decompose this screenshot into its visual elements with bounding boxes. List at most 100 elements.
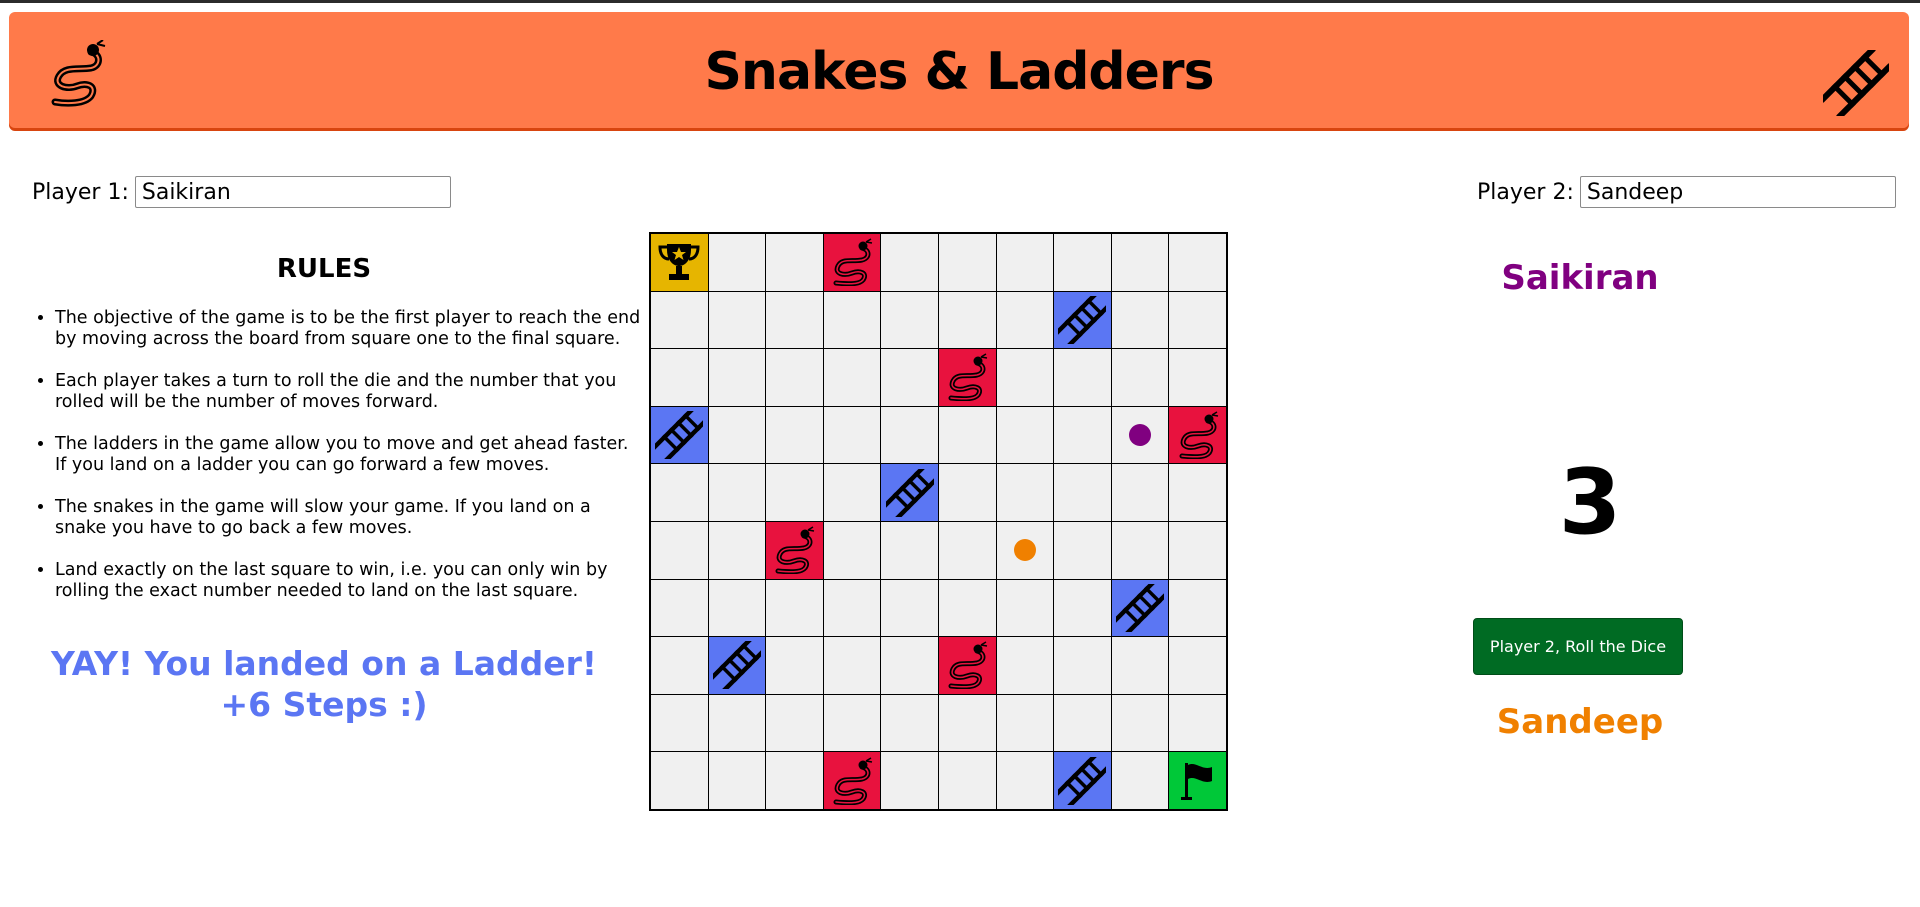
board-cell	[938, 406, 996, 464]
player2-name-input[interactable]	[1579, 176, 1896, 208]
board-cell	[1054, 406, 1111, 464]
board-cell-ladder	[651, 406, 708, 464]
board-cell	[881, 349, 938, 406]
board-cell	[996, 349, 1054, 406]
player2-token	[1013, 539, 1036, 562]
rule-item: The ladders in the game allow you to mov…	[55, 434, 645, 476]
board-cell	[1111, 234, 1169, 291]
ladder-icon	[712, 641, 761, 690]
board-cell	[651, 694, 708, 752]
board-cell-ladder	[708, 637, 766, 694]
board-cell	[1054, 464, 1111, 521]
board-cell	[938, 291, 996, 349]
ladder-icon	[1116, 583, 1165, 632]
snake-icon	[943, 641, 991, 690]
snake-icon	[1174, 411, 1222, 460]
board-cell	[1111, 637, 1169, 694]
board-cell	[708, 752, 766, 809]
board-cell	[996, 521, 1054, 579]
board-cell	[766, 406, 823, 464]
board-cell	[766, 291, 823, 349]
board-cell	[1169, 234, 1226, 291]
board-cell	[708, 521, 766, 579]
board-cell	[938, 464, 996, 521]
board-cell	[1111, 406, 1169, 464]
player2-label: Player 2:	[1477, 179, 1574, 205]
flag-icon	[1174, 757, 1222, 805]
board-cell	[938, 694, 996, 752]
board-cell	[651, 637, 708, 694]
board-cell	[1169, 694, 1226, 752]
board-cell	[938, 234, 996, 291]
trophy-icon	[655, 238, 703, 286]
board-cell-snake	[823, 234, 881, 291]
ladder-icon	[1058, 756, 1107, 805]
board-cell	[766, 579, 823, 637]
rules-title: RULES	[276, 254, 372, 284]
rule-item: Each player takes a turn to roll the die…	[55, 371, 645, 413]
rule-item: The objective of the game is to be the f…	[55, 308, 645, 350]
board-cell	[1169, 464, 1226, 521]
board-cell	[1054, 349, 1111, 406]
board-cell	[881, 406, 938, 464]
board-cell-snake	[938, 637, 996, 694]
rule-item: Land exactly on the last square to win, …	[55, 560, 645, 602]
board-cell	[996, 752, 1054, 809]
snake-icon	[828, 238, 876, 287]
board-cell-ladder	[1054, 752, 1111, 809]
board-cell	[996, 406, 1054, 464]
board-cell	[996, 291, 1054, 349]
board-cell	[996, 694, 1054, 752]
header-banner: Snakes & Ladders	[9, 12, 1909, 128]
status-message-line2: +6 Steps :)	[220, 685, 428, 724]
snake-icon	[770, 526, 818, 575]
ladder-icon	[655, 411, 704, 460]
board-cell	[1054, 694, 1111, 752]
board-cell	[823, 579, 881, 637]
snake-icon	[943, 353, 991, 402]
player1-label: Player 1:	[32, 179, 129, 205]
board-cell	[823, 406, 881, 464]
board-cell	[708, 464, 766, 521]
window-top-border	[0, 0, 1920, 3]
board-cell	[881, 291, 938, 349]
board-cell	[938, 521, 996, 579]
board-cell	[1111, 521, 1169, 579]
rule-item: The snakes in the game will slow your ga…	[55, 497, 645, 539]
board-cell	[708, 406, 766, 464]
board-cell	[996, 464, 1054, 521]
board-cell	[1054, 637, 1111, 694]
player2-field: Player 2:	[1477, 176, 1896, 208]
player1-field: Player 1:	[32, 176, 451, 208]
board-cell	[651, 349, 708, 406]
ladder-icon	[1823, 50, 1889, 116]
player1-name-input[interactable]	[134, 176, 451, 208]
board-cell	[881, 752, 938, 809]
board-cell	[766, 752, 823, 809]
board-cell	[708, 349, 766, 406]
board-cell	[708, 579, 766, 637]
board-cell	[1054, 234, 1111, 291]
board-cell	[996, 579, 1054, 637]
board-cell-ladder	[1111, 579, 1169, 637]
board-cell	[823, 637, 881, 694]
board-cell	[823, 349, 881, 406]
board-cell	[996, 234, 1054, 291]
board-cell	[766, 464, 823, 521]
board-cell-snake	[1169, 406, 1226, 464]
roll-dice-button[interactable]: Player 2, Roll the Dice	[1473, 618, 1683, 675]
board-cell	[881, 521, 938, 579]
board-cell	[766, 637, 823, 694]
board-cell	[996, 637, 1054, 694]
board-cell	[881, 234, 938, 291]
board-cell	[1054, 579, 1111, 637]
board-cell	[1111, 694, 1169, 752]
board-cell	[766, 349, 823, 406]
board-cell	[823, 694, 881, 752]
board-cell	[708, 234, 766, 291]
board-cell	[651, 752, 708, 809]
board-cell	[1111, 291, 1169, 349]
board-cell	[823, 464, 881, 521]
board-cell	[766, 694, 823, 752]
board-cell-snake	[823, 752, 881, 809]
